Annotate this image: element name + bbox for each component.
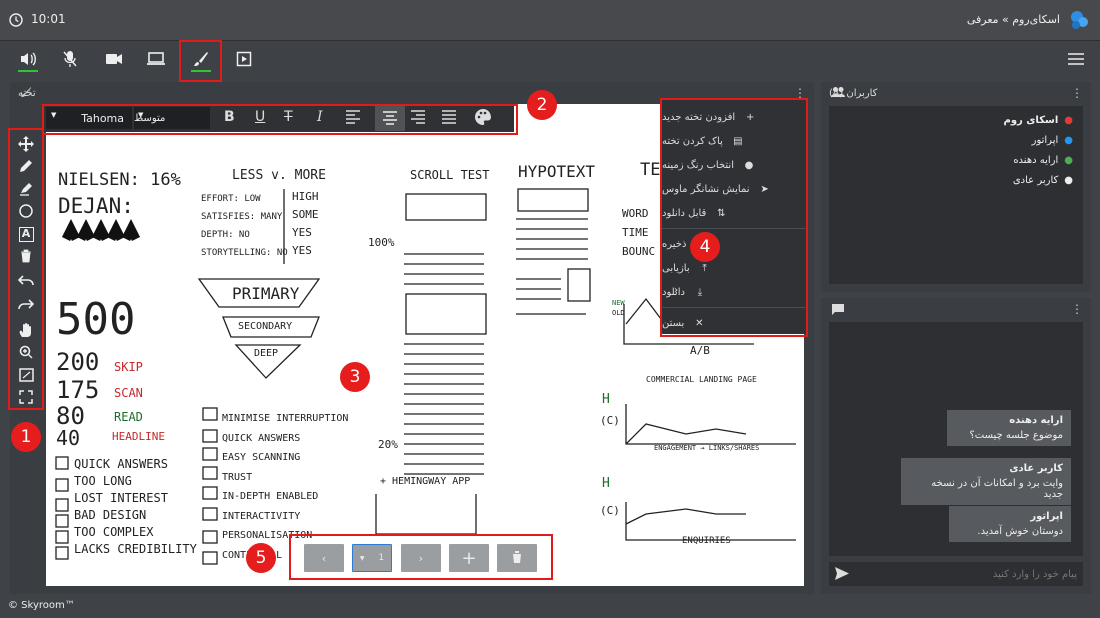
sketch-list: WORD TIME BOUNC <box>622 207 656 258</box>
sketch-text: DEEP <box>254 348 279 359</box>
user-icon: ● <box>1064 154 1073 166</box>
top-header: 10:01 اسکای‌روم » معرفی <box>0 0 1100 41</box>
chat-messages: ارایه دهنده موضوع جلسه چیست؟ کاربر عادی وا… <box>829 322 1083 556</box>
speaker-button[interactable] <box>10 45 46 75</box>
brush-icon <box>20 86 32 101</box>
sketch-text: 100% <box>368 236 395 249</box>
clock-icon <box>9 13 23 27</box>
sketch-text: 40 <box>56 426 81 450</box>
chat-input-row <box>829 562 1083 586</box>
callout-badge: 2 <box>527 90 557 120</box>
sketch-text: TE <box>640 160 661 180</box>
mic-off-icon <box>62 50 78 71</box>
sketch-text: PRIMARY <box>232 284 300 303</box>
highlight-board-menu <box>660 98 808 337</box>
user-item[interactable]: اپراتور ● <box>829 130 1083 150</box>
send-icon[interactable] <box>835 567 849 583</box>
users-options-icon[interactable]: ⋮ <box>1071 86 1083 100</box>
chat-options-icon[interactable]: ⋮ <box>1071 302 1083 316</box>
callout-badge: 3 <box>340 362 370 392</box>
hamburger-menu-button[interactable] <box>1058 45 1094 75</box>
camera-icon <box>105 53 123 68</box>
users-icon <box>831 86 845 101</box>
sketch-text: H <box>602 392 610 407</box>
sketch-text: H <box>602 476 610 491</box>
presentation-button[interactable] <box>226 45 262 75</box>
sketch-text: HYPOTEXT <box>518 162 596 181</box>
copyright: © Skyroom™ <box>8 600 75 611</box>
sketch-list: QUICK ANSWERS TOO LONG LOST INTEREST BAD DE… <box>74 457 197 556</box>
chat-icon <box>831 303 845 319</box>
user-item[interactable]: اسکای روم ● <box>829 110 1083 130</box>
main-toolbar <box>0 41 1100 79</box>
screen-share-icon <box>146 51 166 69</box>
sketch-text: ENQUIRIES <box>682 536 731 546</box>
screen-share-button[interactable] <box>138 45 174 75</box>
callout-badge: 4 <box>690 232 720 262</box>
chat-message: ارایه دهنده موضوع جلسه چیست؟ <box>947 410 1071 446</box>
sketch-text: (C) <box>600 504 620 517</box>
sketch-text: + HEMINGWAY APP <box>380 476 471 487</box>
user-icon: ● <box>1064 134 1073 146</box>
clock-time: 10:01 <box>31 12 66 26</box>
chat-input[interactable] <box>857 564 1077 584</box>
sketch-text: ENGAGEMENT → LINKS/SHARES <box>654 444 760 452</box>
sketch-text: SCROLL TEST <box>410 168 490 182</box>
callout-badge: 1 <box>11 422 41 452</box>
highlight-whiteboard-button <box>179 40 222 82</box>
sketch-text: NEW <box>612 299 625 307</box>
user-item[interactable]: ارایه دهنده ● <box>829 150 1083 170</box>
sketch-text: SCAN <box>114 386 143 400</box>
highlight-pager <box>289 534 553 580</box>
user-icon: ● <box>1064 114 1073 126</box>
highlight-format-toolbar <box>42 104 518 135</box>
highlight-tools <box>8 128 44 410</box>
users-panel: کاربران (4) ⋮ اسکای روم ● اپراتور ● ارایه … <box>821 82 1091 292</box>
sketch-text: A/B <box>690 344 710 357</box>
chat-message: اپراتور دوستان خوش آمدید. <box>949 506 1071 542</box>
users-list: اسکای روم ● اپراتور ● ارایه دهنده ● کاربر ع… <box>829 106 1083 284</box>
speaker-icon <box>19 51 37 70</box>
chat-message: کاربر عادی وایت برد و امکانات آن در نسخه … <box>901 458 1071 505</box>
user-item[interactable]: کاربر عادی ● <box>829 170 1083 190</box>
sketch-text: DEJAN: <box>58 194 134 218</box>
sketch-text: NIELSEN: 16% <box>58 170 181 190</box>
skyroom-logo-icon <box>1068 8 1090 32</box>
sketch-text: HEADLINE <box>112 430 165 443</box>
sketch-text: (C) <box>600 414 620 427</box>
sketch-text: 200 <box>56 348 100 376</box>
sketch-text: COMMERCIAL LANDING PAGE <box>646 375 757 384</box>
chat-panel: ⋮ ارایه دهنده موضوع جلسه چیست؟ کاربر عادی… <box>821 298 1091 594</box>
active-underline <box>18 70 38 72</box>
camera-button[interactable] <box>96 45 132 75</box>
sketch-text: 175 <box>56 376 100 404</box>
presentation-icon <box>236 51 252 70</box>
sketch-list: EFFORT: LOW SATISFIES: MANY DEPTH: NO STORY… <box>201 194 288 258</box>
mic-button[interactable] <box>52 45 88 75</box>
hamburger-menu-icon <box>1068 52 1084 68</box>
sketch-text: 20% <box>378 438 398 451</box>
sketch-text: 500 <box>56 294 136 345</box>
breadcrumb[interactable]: اسکای‌روم » معرفی <box>967 13 1060 26</box>
user-icon: ● <box>1064 174 1073 186</box>
callout-badge: 5 <box>246 543 276 573</box>
sketch-text: SECONDARY <box>238 321 293 332</box>
sketch-text: SKIP <box>114 360 143 374</box>
sketch-text: READ <box>114 410 143 424</box>
sketch-list: HIGH SOME YES YES <box>292 190 319 257</box>
sketch-text: OLD <box>612 309 625 317</box>
sketch-text: LESS v. MORE <box>232 168 326 183</box>
